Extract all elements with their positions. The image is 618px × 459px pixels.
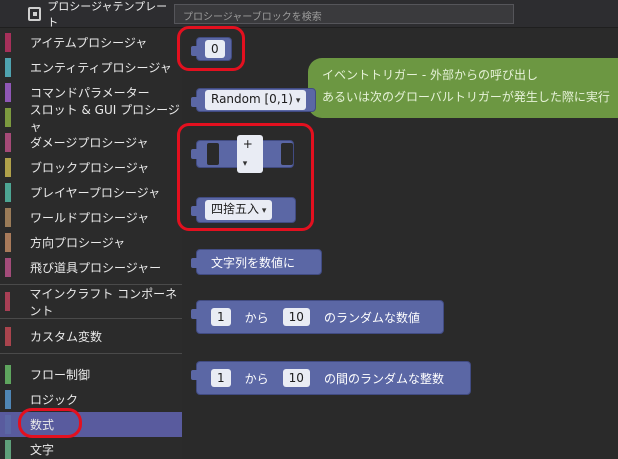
category-label: フロー制御	[30, 368, 91, 382]
category-slot-gui[interactable]: スロット & GUI プロシージャ	[0, 103, 182, 134]
category-label: エンティティプロシージャ	[30, 61, 172, 75]
category-label: アイテムプロシージャ	[30, 36, 148, 50]
string-to-number-label: 文字列を数値に	[211, 255, 296, 270]
category-color-bar	[5, 133, 11, 152]
category-entity-procedures[interactable]: エンティティプロシージャ	[0, 55, 182, 80]
category-label: 飛び道具プロシージャー	[30, 261, 162, 275]
category-color-bar	[5, 108, 11, 127]
category-sidebar: アイテムプロシージャ エンティティプロシージャ コマンドパラメーター スロット …	[0, 28, 182, 459]
category-custom-variables[interactable]: カスタム変数	[0, 324, 182, 349]
category-minecraft-components[interactable]: マインクラフト コンポーネント	[0, 287, 182, 318]
category-label: コマンドパラメーター	[30, 86, 150, 100]
category-color-bar	[5, 415, 11, 434]
category-label: ブロックプロシージャ	[30, 161, 150, 175]
category-text[interactable]: 文字	[0, 437, 182, 459]
procedure-template-tab[interactable]: プロシージャテンプレート	[28, 0, 168, 29]
category-player[interactable]: プレイヤープロシージャ	[0, 180, 182, 205]
category-label: マインクラフト コンポーネント	[29, 286, 178, 318]
range-from-field[interactable]: 1	[211, 308, 231, 326]
highlight-math-category	[18, 408, 82, 438]
template-icon	[28, 7, 42, 21]
category-block[interactable]: ブロックプロシージャ	[0, 155, 182, 180]
int-to-field[interactable]: 10	[282, 369, 310, 387]
highlight-number-block	[177, 26, 245, 71]
int-from-field[interactable]: 1	[211, 369, 231, 387]
range-suffix-label: のランダムな数値	[323, 310, 420, 325]
category-damage[interactable]: ダメージプロシージャ	[0, 130, 182, 155]
category-label: カスタム変数	[30, 330, 103, 344]
highlight-operation-blocks	[177, 123, 314, 231]
category-label: ダメージプロシージャ	[30, 136, 149, 150]
category-color-bar	[5, 440, 11, 459]
random-integer-range-block[interactable]: 1 から 10 の間のランダムな整数	[191, 361, 471, 395]
category-label: プレイヤープロシージャ	[30, 186, 161, 200]
random-dropdown[interactable]: Random [0,1)	[205, 90, 307, 110]
category-color-bar	[5, 33, 11, 52]
category-color-bar	[5, 258, 11, 277]
tooltip-line-2: あるいは次のグローバルトリガーが発生した際に実行	[322, 90, 610, 104]
category-color-bar	[5, 83, 11, 102]
category-color-bar	[5, 365, 11, 384]
category-color-bar	[5, 183, 11, 202]
category-world[interactable]: ワールドプロシージャ	[0, 205, 182, 230]
range-kara-label: から	[244, 310, 269, 325]
category-color-bar	[5, 208, 11, 227]
int-suffix-label: の間のランダムな整数	[323, 371, 444, 386]
tooltip-line-1: イベントトリガー - 外部からの呼び出し	[322, 68, 538, 82]
category-divider	[0, 318, 182, 319]
random-number-range-block[interactable]: 1 から 10 のランダムな数値	[191, 300, 444, 334]
category-label: 方向プロシージャ	[30, 236, 126, 250]
category-label: 文字	[30, 443, 55, 457]
category-color-bar	[5, 390, 11, 409]
event-trigger-tooltip: イベントトリガー - 外部からの呼び出し あるいは次のグローバルトリガーが発生し…	[308, 58, 618, 118]
category-divider	[0, 353, 182, 354]
category-color-bar	[5, 158, 11, 177]
category-flow-control[interactable]: フロー制御	[0, 362, 182, 387]
int-kara-label: から	[244, 371, 269, 386]
category-projectile[interactable]: 飛び道具プロシージャー	[0, 255, 182, 280]
random-block[interactable]: Random [0,1)	[191, 88, 316, 112]
block-search-input[interactable]: プロシージャーブロックを検索	[174, 4, 514, 24]
category-color-bar	[5, 292, 11, 311]
category-color-bar	[5, 327, 11, 346]
procedure-template-label: プロシージャテンプレート	[47, 0, 168, 29]
category-color-bar	[5, 233, 11, 252]
string-to-number-block[interactable]: 文字列を数値に	[191, 249, 322, 275]
category-label: ワールドプロシージャ	[30, 211, 150, 225]
category-direction[interactable]: 方向プロシージャ	[0, 230, 182, 255]
top-bar: プロシージャテンプレート プロシージャーブロックを検索	[0, 0, 618, 29]
category-item-procedures[interactable]: アイテムプロシージャ	[0, 30, 182, 55]
category-color-bar	[5, 58, 11, 77]
range-to-field[interactable]: 10	[282, 308, 310, 326]
category-label: ロジック	[30, 393, 79, 407]
